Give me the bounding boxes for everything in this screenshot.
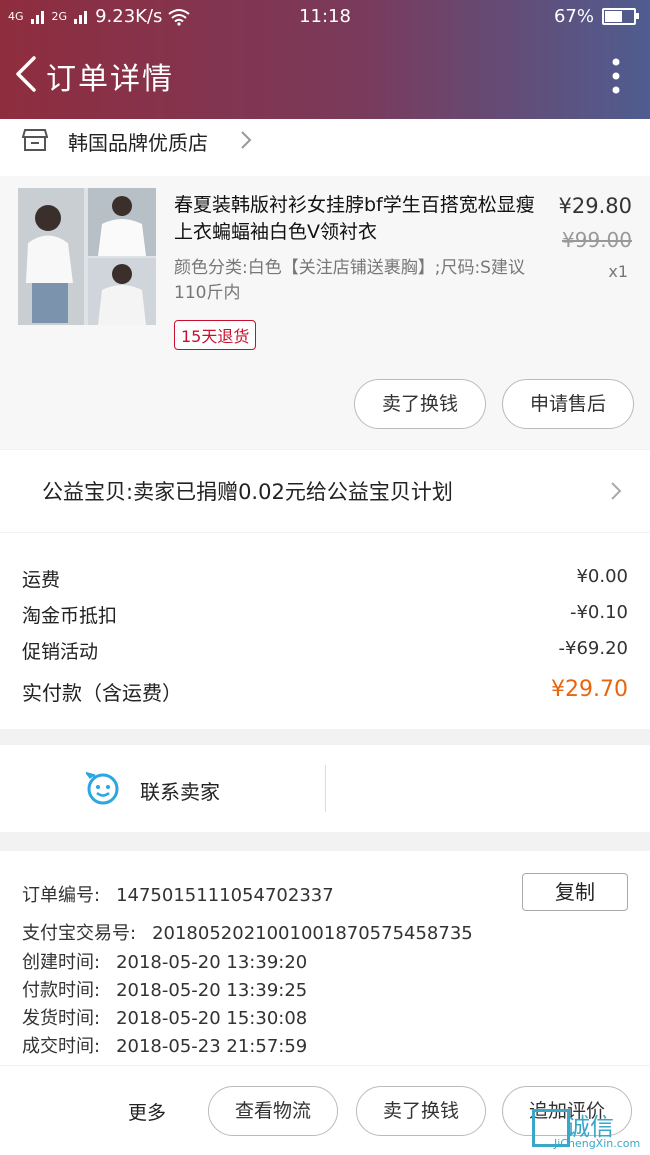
more-menu-icon[interactable] [610, 56, 622, 96]
charity-text: 公益宝贝:卖家已捐赠0.02元给公益宝贝计划 [42, 480, 453, 504]
contact-seller-button[interactable]: 联系卖家 [140, 776, 220, 805]
order-number: 1475015111054702337 [116, 885, 334, 906]
shipped-time: 2018-05-20 15:30:08 [116, 1008, 308, 1029]
completed-line: 成交时间: 2018-05-23 21:57:59 [22, 1032, 307, 1058]
back-arrow-icon[interactable] [10, 54, 44, 94]
completed-label: 成交时间: [22, 1036, 101, 1057]
alipay-number: 2018052021001001870575458735 [152, 923, 473, 944]
total-paid-value: ¥29.70 [551, 677, 628, 702]
completed-time: 2018-05-23 21:57:59 [116, 1036, 308, 1057]
shop-name[interactable]: 韩国品牌优质店 [68, 127, 208, 156]
sell-button[interactable]: 卖了换钱 [354, 379, 486, 429]
sell-button-footer[interactable]: 卖了换钱 [356, 1086, 486, 1136]
page-title: 订单详情 [46, 62, 174, 97]
battery-fill [605, 11, 623, 22]
created-label: 创建时间: [22, 952, 101, 973]
shipping-label: 运费 [22, 569, 61, 591]
created-time: 2018-05-20 13:39:20 [116, 952, 308, 973]
status-time: 11:18 [299, 6, 351, 27]
app-bar: 订单详情 [0, 32, 650, 119]
battery-percent: 67% [553, 6, 594, 27]
charity-row[interactable]: 公益宝贝:卖家已捐赠0.02元给公益宝贝计划 [0, 450, 650, 532]
product-thumbnail[interactable] [18, 188, 156, 325]
divider [325, 765, 326, 812]
shop-row[interactable]: 韩国品牌优质店 [0, 119, 650, 176]
product-price: ¥29.80 [558, 194, 632, 218]
copy-button[interactable]: 复制 [522, 873, 628, 911]
product-quantity: x1 [608, 262, 628, 281]
watermark: 诚信 JiChengXin.com [526, 1105, 644, 1153]
paid-time: 2018-05-20 13:39:25 [116, 980, 308, 1001]
bottom-action-bar: 更多 查看物流 卖了换钱 追加评价 诚信 JiChengXin.com [0, 1066, 650, 1155]
created-line: 创建时间: 2018-05-20 13:39:20 [22, 948, 307, 974]
order-number-label: 订单编号: [22, 885, 101, 906]
chevron-right-icon [611, 482, 622, 500]
after-sale-button[interactable]: 申请售后 [502, 379, 634, 429]
paid-line: 付款时间: 2018-05-20 13:39:25 [22, 976, 307, 1002]
shipping-value: ¥0.00 [576, 566, 628, 587]
product-card: 春夏装韩版衬衫女挂脖bf学生百搭宽松显瘦上衣蝙蝠袖白色V领衬衣 颜色分类:白色【… [0, 176, 650, 449]
shop-icon [22, 129, 48, 151]
order-number-line: 订单编号: 1475015111054702337 [22, 881, 334, 907]
alipay-line: 支付宝交易号: 2018052021001001870575458735 [22, 919, 473, 945]
product-original-price: ¥99.00 [562, 228, 632, 252]
more-button[interactable]: 更多 [128, 1098, 166, 1125]
status-bar: 4G 2G 9.23K/s 11:18 67% [0, 0, 650, 32]
battery-icon [602, 8, 639, 25]
watermark-sub: JiChengXin.com [554, 1137, 641, 1150]
shipped-line: 发货时间: 2018-05-20 15:30:08 [22, 1004, 307, 1030]
cost-summary: 运费 ¥0.00 淘金币抵扣 -¥0.10 促销活动 -¥69.20 实付款（含… [0, 533, 650, 729]
promotion-label: 促销活动 [22, 641, 99, 663]
coin-deduction-label: 淘金币抵扣 [22, 605, 118, 627]
shipped-label: 发货时间: [22, 1008, 101, 1029]
paid-label: 付款时间: [22, 980, 101, 1001]
chat-bubble-icon[interactable] [86, 772, 120, 806]
return-policy-badge: 15天退货 [174, 320, 257, 350]
product-title[interactable]: 春夏装韩版衬衫女挂脖bf学生百搭宽松显瘦上衣蝙蝠袖白色V领衬衣 [174, 192, 544, 246]
total-paid-label: 实付款（含运费） [22, 681, 182, 705]
order-info: 订单编号: 1475015111054702337 复制 支付宝交易号: 20180… [0, 851, 650, 1065]
chevron-right-icon [241, 131, 252, 149]
view-logistics-button[interactable]: 查看物流 [208, 1086, 338, 1136]
product-spec: 颜色分类:白色【关注店铺送裹胸】;尺码:S建议110斤内 [174, 258, 525, 303]
alipay-label: 支付宝交易号: [22, 923, 137, 944]
coin-deduction-value: -¥0.10 [569, 602, 628, 623]
contact-row: 联系卖家 [0, 745, 650, 832]
promotion-value: -¥69.20 [558, 638, 628, 659]
